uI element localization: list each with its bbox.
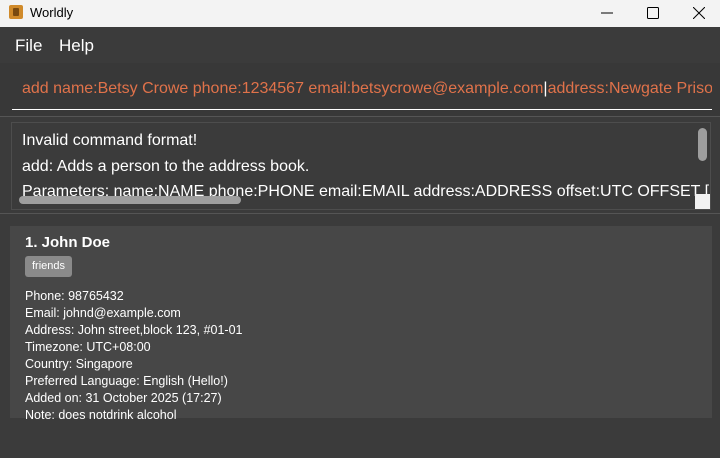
person-note: Note: does notdrink alcohol bbox=[25, 408, 177, 422]
window-title: Worldly bbox=[30, 5, 74, 20]
minimize-icon bbox=[601, 12, 613, 14]
person-country: Country: Singapore bbox=[25, 357, 133, 371]
app-icon bbox=[9, 5, 23, 19]
person-phone: Phone: 98765432 bbox=[25, 289, 124, 303]
person-added: Added on: 31 October 2025 (17:27) bbox=[25, 391, 222, 405]
maximize-button[interactable] bbox=[630, 0, 676, 27]
command-text-before-caret: add name:Betsy Crowe phone:1234567 email… bbox=[22, 80, 544, 97]
tag-badge: friends bbox=[25, 256, 73, 277]
divider bbox=[0, 116, 720, 117]
command-input[interactable]: add name:Betsy Crowe phone:1234567 email… bbox=[12, 73, 712, 110]
person-language: Preferred Language: English (Hello!) bbox=[25, 374, 228, 388]
person-address: Address: John street,block 123, #01-01 bbox=[25, 323, 243, 337]
person-name: 1. John Doe bbox=[25, 234, 111, 251]
result-line: add: Adds a person to the address book. bbox=[22, 158, 310, 175]
menu-help[interactable]: Help bbox=[59, 36, 94, 56]
minimize-button[interactable] bbox=[584, 0, 630, 27]
result-display[interactable]: Invalid command format! add: Adds a pers… bbox=[11, 122, 711, 210]
command-text: add name:Betsy Crowe phone:1234567 email… bbox=[22, 80, 712, 98]
person-timezone: Timezone: UTC+08:00 bbox=[25, 340, 151, 354]
title-bar: Worldly bbox=[0, 0, 720, 27]
command-area: add name:Betsy Crowe phone:1234567 email… bbox=[0, 63, 720, 116]
result-line: Invalid command format! bbox=[22, 132, 198, 149]
menu-file[interactable]: File bbox=[15, 36, 42, 56]
close-icon bbox=[693, 7, 705, 19]
vertical-scrollbar[interactable] bbox=[698, 128, 707, 161]
menu-bar: File Help bbox=[0, 27, 720, 63]
person-card[interactable]: 1. John Doe friends Phone: 98765432 Emai… bbox=[10, 226, 712, 422]
divider bbox=[0, 213, 720, 214]
horizontal-scrollbar[interactable] bbox=[19, 196, 241, 204]
person-email: Email: johnd@example.com bbox=[25, 306, 181, 320]
command-text-after-caret: address:Newgate Prison bbox=[547, 80, 712, 97]
close-button[interactable] bbox=[676, 0, 720, 27]
maximize-icon bbox=[647, 7, 659, 19]
person-list: 1. John Doe friends Phone: 98765432 Emai… bbox=[0, 215, 720, 458]
scroll-corner bbox=[695, 194, 710, 209]
